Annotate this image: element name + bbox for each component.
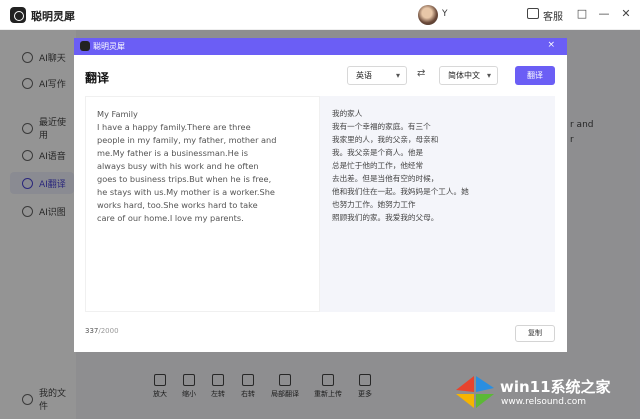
- source-line: people in my family, my father, mother a…: [97, 135, 277, 145]
- translated-line: 我家里的人，我的父亲，母亲和: [332, 135, 439, 144]
- source-text-area[interactable]: My Family I have a happy family.There ar…: [85, 96, 320, 312]
- chevron-down-icon: ▾: [486, 71, 491, 80]
- watermark-logo-icon: [456, 376, 494, 408]
- customer-service-label[interactable]: 客服: [543, 8, 563, 23]
- translated-line: 也努力工作。她努力工作: [332, 200, 416, 209]
- app-logo-icon: [80, 41, 90, 51]
- user-name[interactable]: Y: [442, 9, 448, 19]
- translate-dialog: 聪明灵犀 × 翻译 英语 ▾ ⇄ 简体中文 ▾ 翻译 My Family I h…: [74, 38, 567, 352]
- source-line: goes to business trips.But when he is fr…: [97, 174, 272, 184]
- avatar[interactable]: [418, 5, 438, 25]
- close-window-button[interactable]: ✕: [618, 6, 634, 22]
- watermark-url: www.relsound.com: [501, 397, 587, 407]
- source-language-value: 英语: [356, 71, 372, 80]
- dialog-header-title: 聪明灵犀: [93, 42, 125, 51]
- watermark-title: win11系统之家: [500, 378, 611, 396]
- title-bar: 聪明灵犀 Y 客服 □ — ✕: [0, 0, 640, 30]
- minimize-button[interactable]: —: [596, 6, 612, 22]
- page-title: 翻译: [85, 71, 110, 85]
- source-line: me.My father is a businessman.He is: [97, 148, 249, 158]
- translated-line: 我。我父亲是个商人。他是: [332, 148, 424, 157]
- dialog-header: 聪明灵犀 ×: [74, 38, 567, 55]
- copy-button[interactable]: 复制: [515, 325, 555, 342]
- char-count-value: 337: [85, 327, 99, 335]
- app-logo-icon: [10, 7, 26, 23]
- maximize-button[interactable]: □: [574, 6, 590, 22]
- source-line: always busy with his work and he often: [97, 161, 259, 171]
- translated-line: 去出差。但是当他有空的时候，: [332, 174, 439, 183]
- app-name: 聪明灵犀: [31, 10, 75, 23]
- target-language-select[interactable]: 简体中文 ▾: [439, 66, 498, 85]
- source-line: care of our home.I love my parents.: [97, 213, 244, 223]
- target-language-value: 简体中文: [448, 71, 480, 80]
- translated-line: 他和我们住在一起。我妈妈是个工人。她: [332, 187, 469, 196]
- source-line: My Family: [97, 109, 138, 119]
- char-counter: 337/2000: [85, 327, 119, 335]
- customer-service-icon[interactable]: [527, 8, 539, 19]
- chevron-down-icon: ▾: [395, 71, 400, 80]
- close-icon[interactable]: ×: [547, 40, 555, 50]
- translated-line: 我有一个幸福的家庭。有三个: [332, 122, 431, 131]
- source-line: works hard, too.She works hard to take: [97, 200, 258, 210]
- translated-text-area: 我的家人 我有一个幸福的家庭。有三个 我家里的人，我的父亲，母亲和 我。我父亲是…: [320, 96, 555, 312]
- source-line: I have a happy family.There are three: [97, 122, 251, 132]
- translated-line: 照顾我们的家。我爱我的父母。: [332, 213, 439, 222]
- source-line: he stays with us.My mother is a worker.S…: [97, 187, 275, 197]
- swap-icon[interactable]: ⇄: [417, 68, 425, 79]
- char-limit: /2000: [98, 327, 119, 335]
- translated-line: 总是忙于他的工作，他经常: [332, 161, 424, 170]
- translated-line: 我的家人: [332, 109, 363, 118]
- translate-button[interactable]: 翻译: [515, 66, 555, 85]
- source-language-select[interactable]: 英语 ▾: [347, 66, 407, 85]
